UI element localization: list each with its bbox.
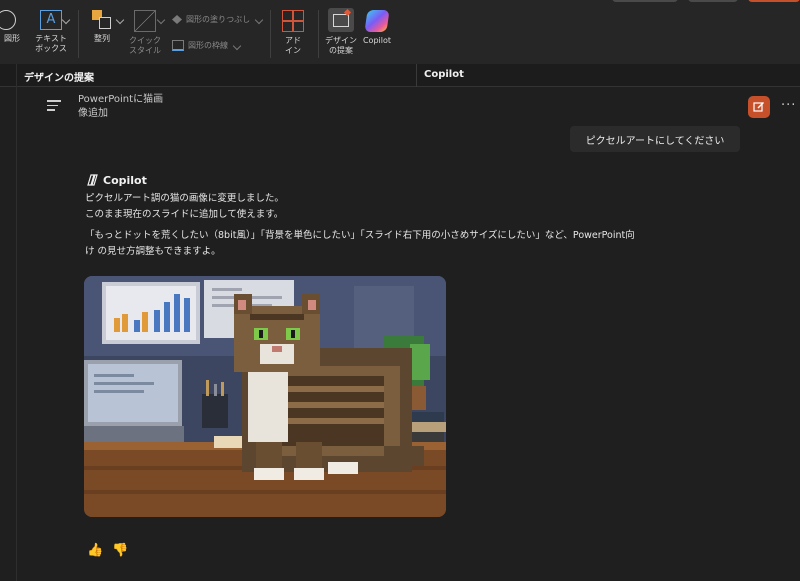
menu-icon[interactable] bbox=[47, 100, 61, 114]
copilot-logo-icon bbox=[87, 174, 98, 186]
chevron-down-icon bbox=[254, 15, 264, 24]
shapes-label: 図形 bbox=[4, 34, 20, 43]
assistant-message-line: ピクセルアート調の猫の画像に変更しました。 bbox=[85, 193, 284, 204]
assistant-message-line: け の見せ方調整もできますよ。 bbox=[85, 246, 221, 257]
quick-style-icon bbox=[134, 10, 156, 32]
copilot-icon bbox=[364, 10, 390, 32]
pane-divider bbox=[416, 64, 417, 87]
textbox-label: テキスト ボックス bbox=[35, 34, 67, 53]
addins-button[interactable]: アド イン bbox=[278, 10, 308, 56]
window-control[interactable] bbox=[688, 0, 738, 2]
arrange-button[interactable]: 整列 bbox=[88, 10, 116, 44]
new-chat-button[interactable] bbox=[748, 96, 770, 118]
shape-outline-button[interactable]: 図形の枠線 bbox=[172, 40, 242, 51]
divider bbox=[78, 10, 79, 58]
assistant-message-line: 「もっとドットを荒くしたい（8bit風）」「背景を単色にしたい」「スライド右下用… bbox=[85, 230, 635, 241]
conversation-title: PowerPointに猫画 像追加 bbox=[78, 93, 163, 121]
shape-fill-label: 図形の塗りつぶし bbox=[186, 15, 251, 24]
arrange-label: 整列 bbox=[94, 34, 110, 43]
paint-bucket-icon bbox=[172, 15, 182, 24]
assistant-message-line: このまま現在のスライドに追加して使えます。 bbox=[85, 209, 284, 220]
chevron-down-icon bbox=[232, 41, 242, 50]
shape-outline-label: 図形の枠線 bbox=[188, 41, 228, 50]
assistant-name: Copilot bbox=[103, 173, 147, 187]
divider bbox=[318, 10, 319, 58]
divider bbox=[270, 10, 271, 58]
arrange-icon bbox=[92, 10, 112, 30]
addins-label: アド イン bbox=[285, 36, 301, 55]
designer-button[interactable]: デザイン の提案 bbox=[324, 8, 358, 56]
thumbs-up-icon[interactable]: 👍 bbox=[87, 543, 103, 558]
user-message: ピクセルアートにしてください bbox=[570, 126, 740, 152]
design-pane-title: デザインの提案 bbox=[24, 73, 94, 84]
shapes-button[interactable]: 図形 bbox=[0, 10, 24, 44]
shapes-icon bbox=[0, 10, 16, 30]
conversation-title-line1: PowerPointに猫画 bbox=[78, 94, 164, 105]
more-options-icon[interactable]: ··· bbox=[781, 98, 796, 113]
copilot-pane-title: Copilot bbox=[424, 69, 464, 80]
conversation-title-line2: 像追加 bbox=[78, 108, 108, 119]
generated-cat-image[interactable] bbox=[84, 276, 446, 517]
pen-icon bbox=[172, 40, 184, 51]
quick-style-label: クイック スタイル bbox=[129, 36, 161, 55]
thumbs-down-icon[interactable]: 👎 bbox=[112, 543, 128, 558]
textbox-icon: A bbox=[40, 10, 62, 30]
designer-label: デザイン の提案 bbox=[325, 36, 357, 55]
pane-left-border bbox=[16, 64, 17, 581]
pane-header-bar: デザインの提案 Copilot bbox=[0, 64, 800, 87]
chevron-down-icon[interactable] bbox=[115, 15, 125, 25]
assistant-header: Copilot bbox=[85, 173, 147, 187]
designer-icon bbox=[328, 8, 354, 32]
copilot-ribbon-button[interactable]: Copilot bbox=[360, 10, 394, 46]
ribbon: 図形 A テキスト ボックス 整列 クイック スタイル 図形の塗りつぶし 図形の… bbox=[0, 0, 800, 65]
copilot-ribbon-label: Copilot bbox=[362, 36, 392, 45]
compose-icon bbox=[753, 102, 764, 112]
shape-fill-button[interactable]: 図形の塗りつぶし bbox=[172, 14, 264, 25]
window-control[interactable] bbox=[612, 0, 678, 2]
addins-icon bbox=[282, 10, 304, 32]
window-control[interactable] bbox=[748, 0, 800, 2]
